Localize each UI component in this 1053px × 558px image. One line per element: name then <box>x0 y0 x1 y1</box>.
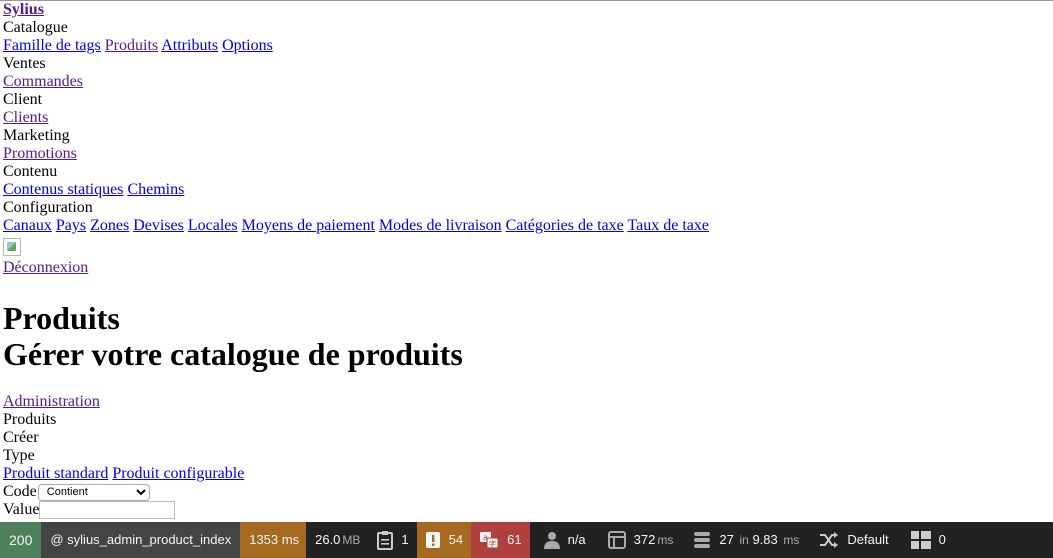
logout-row: Déconnexion <box>3 259 1050 277</box>
twig-unit: ms <box>657 533 674 547</box>
svg-text:字: 字 <box>489 539 496 548</box>
value-filter-row: Value <box>3 501 1050 519</box>
route-name[interactable]: @ sylius_admin_product_index <box>41 522 241 558</box>
create-product-links: Produit standard Produit configurable <box>3 465 1050 483</box>
status-code-badge[interactable]: 200 <box>0 522 42 558</box>
translation-icon: a 字 <box>480 532 499 549</box>
nav-sales-links: Commandes <box>3 73 1050 91</box>
user-icon <box>543 532 560 549</box>
breadcrumb-administration[interactable]: Administration <box>3 393 100 410</box>
avatar-row <box>3 235 1050 259</box>
database-icon <box>694 532 711 548</box>
page-subtitle: Gérer votre catalogue de produits <box>3 336 463 372</box>
nav-link-promotions[interactable]: Promotions <box>3 145 77 162</box>
cache-panel[interactable]: Default <box>807 522 896 558</box>
breadcrumb: Administration <box>3 393 1050 411</box>
nav-link-attributes[interactable]: Attributs <box>161 37 218 54</box>
nav-link-tax-rates[interactable]: Taux de taxe <box>627 217 709 234</box>
debug-toolbar: 200 @ sylius_admin_product_index 1353 ms… <box>0 522 1053 558</box>
request-time-value: 1353 <box>249 532 279 547</box>
template-icon <box>607 531 626 549</box>
database-panel[interactable]: 27 in 9.83 ms <box>681 522 807 558</box>
user-name: n/a <box>567 532 586 547</box>
memory-unit: MB <box>342 533 361 547</box>
nav-link-tag-families[interactable]: Famille de tags <box>3 37 101 54</box>
code-operator-select[interactable]: Contient <box>37 483 150 501</box>
memory-usage[interactable]: 26.0 MB <box>306 522 370 558</box>
nav-link-shipping-methods[interactable]: Modes de livraison <box>379 217 502 234</box>
nav-link-payment-methods[interactable]: Moyens de paiement <box>242 217 375 234</box>
shuffle-icon <box>820 532 839 548</box>
nav-link-tax-categories[interactable]: Catégories de taxe <box>506 217 624 234</box>
nav-section-title: Catalogue <box>3 19 68 36</box>
user-panel[interactable]: n/a <box>530 522 594 558</box>
nav-section-title: Configuration <box>3 199 93 216</box>
request-time[interactable]: 1353 ms <box>240 522 307 558</box>
clipboard-icon <box>377 531 394 550</box>
logs-panel[interactable]: 54 <box>416 522 472 558</box>
page-title: Produits <box>3 300 120 336</box>
create-configurable-product-link[interactable]: Produit configurable <box>112 465 244 482</box>
db-time-unit: ms <box>783 533 800 547</box>
translations-count: 61 <box>507 532 522 547</box>
twig-panel[interactable]: 372 ms <box>594 522 682 558</box>
nav-content-links: Contenus statiques Chemins <box>3 181 1050 199</box>
nav-link-products[interactable]: Produits <box>105 37 158 54</box>
translations-panel[interactable]: a 字 61 <box>471 522 530 558</box>
brand-row: Sylius <box>3 1 1050 19</box>
exclamation-icon <box>425 532 440 548</box>
nav-catalogue-links: Famille de tags Produits Attributs Optio… <box>3 37 1050 55</box>
code-filter-label: Code <box>3 483 37 500</box>
nav-link-static-contents[interactable]: Contenus statiques <box>3 181 123 198</box>
nav-section-title: Ventes <box>3 55 46 72</box>
nav-link-zones[interactable]: Zones <box>90 217 129 234</box>
nav-configuration-links: Canaux Pays Zones Devises Locales Moyens… <box>3 217 1050 235</box>
memory-value: 26.0 <box>315 532 341 547</box>
create-label[interactable]: Créer <box>3 429 1050 447</box>
nav-link-locales[interactable]: Locales <box>188 217 238 234</box>
nav-link-customers[interactable]: Clients <box>3 109 48 126</box>
forms-count: 1 <box>401 532 409 547</box>
logs-count: 54 <box>448 532 464 547</box>
value-filter-label: Value <box>3 501 40 518</box>
avatar-broken-image-icon <box>3 238 21 256</box>
nav-link-countries[interactable]: Pays <box>56 217 86 234</box>
logout-link[interactable]: Déconnexion <box>3 259 88 276</box>
nav-link-orders[interactable]: Commandes <box>3 73 83 90</box>
nav-marketing-links: Promotions <box>3 145 1050 163</box>
type-label: Type <box>3 447 35 464</box>
db-query-count: 27 <box>719 532 734 547</box>
events-panel[interactable]: 0 <box>897 522 954 558</box>
nav-link-channels[interactable]: Canaux <box>3 217 52 234</box>
nav-link-routes[interactable]: Chemins <box>127 181 184 198</box>
nav-link-options[interactable]: Options <box>222 37 273 54</box>
nav-section-title: Contenu <box>3 163 58 180</box>
db-time: 9.83 <box>752 532 778 547</box>
code-filter-row: Code Contient <box>3 483 1050 501</box>
nav-section-title: Marketing <box>3 127 70 144</box>
request-time-unit: ms <box>281 532 300 547</box>
db-in-label: in <box>739 533 749 547</box>
create-standard-product-link[interactable]: Produit standard <box>3 465 108 482</box>
nav-customer-links: Clients <box>3 109 1050 127</box>
value-filter-input[interactable] <box>39 501 176 519</box>
breadcrumb-current: Produits <box>3 411 57 428</box>
svg-text:a: a <box>483 533 488 542</box>
blocks-icon <box>910 531 931 549</box>
page-header: Produits Gérer votre catalogue de produi… <box>3 300 1050 372</box>
nav-section-title: Client <box>3 91 43 108</box>
brand-link[interactable]: Sylius <box>3 1 44 18</box>
nav-link-currencies[interactable]: Devises <box>133 217 184 234</box>
twig-time: 372 <box>633 532 656 547</box>
cache-name: Default <box>847 532 889 547</box>
forms-panel[interactable]: 1 <box>369 522 416 558</box>
events-count: 0 <box>938 532 946 547</box>
page: Sylius Catalogue Famille de tags Produit… <box>0 1 1053 519</box>
